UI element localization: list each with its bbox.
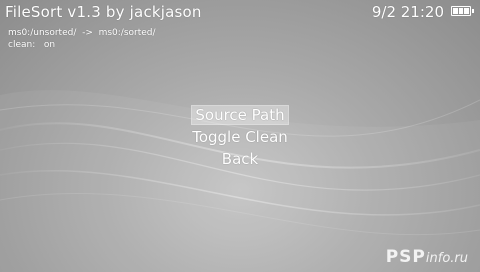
- menu-item-source-path[interactable]: Source Path: [0, 104, 480, 126]
- clock: 9/2 21:20: [371, 3, 444, 21]
- watermark-brand: PSP: [385, 247, 426, 267]
- app-title: FileSort v1.3 by jackjason: [5, 3, 202, 21]
- clean-value: on: [43, 40, 56, 50]
- watermark-logo: PSPinfo.ru: [386, 247, 468, 267]
- main-menu: Source Path Toggle Clean Back: [0, 104, 480, 170]
- watermark-suffix: info.ru: [425, 251, 468, 266]
- menu-item-label: Toggle Clean: [192, 128, 288, 146]
- menu-item-back[interactable]: Back: [0, 148, 480, 170]
- menu-item-toggle-clean[interactable]: Toggle Clean: [0, 126, 480, 148]
- battery-cell: [453, 8, 458, 14]
- menu-item-label: Back: [221, 150, 259, 168]
- menu-item-label: Source Path: [191, 105, 289, 125]
- battery-cell: [458, 8, 464, 14]
- battery-cell: [464, 8, 470, 14]
- clean-label: clean:: [8, 40, 36, 50]
- battery-icon: [451, 6, 474, 16]
- path-info: ms0:/unsorted/ -> ms0:/sorted/: [8, 28, 156, 38]
- clean-status: clean: on: [8, 40, 55, 50]
